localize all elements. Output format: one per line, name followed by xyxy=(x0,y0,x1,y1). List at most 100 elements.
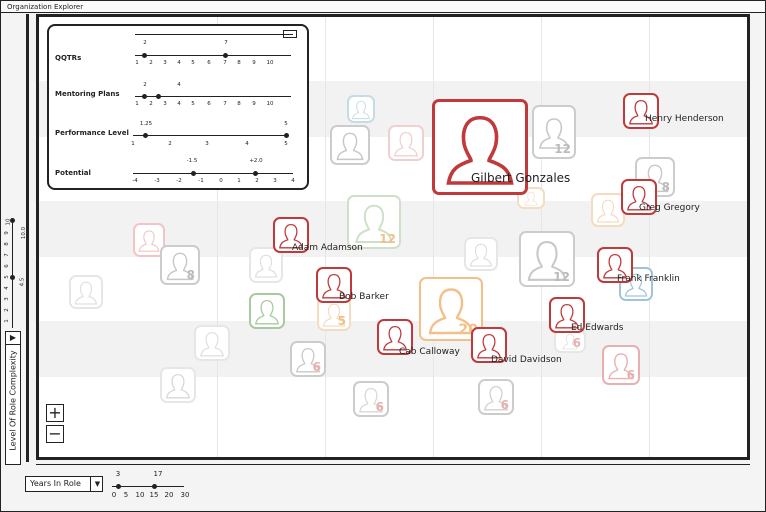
person-avatar[interactable] xyxy=(194,325,230,361)
person-avatar[interactable]: 12 xyxy=(519,231,575,287)
x-value-max: 17 xyxy=(153,470,163,478)
person-avatar[interactable]: 6 xyxy=(602,345,640,385)
y-tick: 2 xyxy=(3,308,10,312)
y-axis-label: Level Of Role Complexity xyxy=(8,350,18,451)
filter-value-min: 2 xyxy=(143,40,147,46)
person-name-greg-gregory[interactable]: Greg Gregory xyxy=(639,203,700,213)
y-axis-dropdown[interactable]: ▶ Level Of Role Complexity xyxy=(5,331,21,465)
qqtrs-slider-track[interactable] xyxy=(135,55,291,56)
filter-value-min: 2 xyxy=(143,82,147,88)
filter-label-potential: Potential xyxy=(55,169,91,177)
grid-line xyxy=(433,17,434,457)
tick: 4 xyxy=(291,178,295,184)
group-count: 6 xyxy=(375,400,384,414)
filter-label-qqtrs: QQTRs xyxy=(55,54,82,62)
y-axis-line xyxy=(26,14,29,462)
person-name-bob-barker[interactable]: Bob Barker xyxy=(339,292,389,302)
filter-panel: QQTRs 2 7 1 2 3 4 5 6 7 8 9 10 Mentoring… xyxy=(47,24,309,190)
person-name-frank-franklin[interactable]: Frank Franklin xyxy=(617,274,680,284)
person-avatar[interactable] xyxy=(330,125,370,165)
tick: 1 xyxy=(131,141,135,147)
potential-slider-track[interactable] xyxy=(133,173,293,174)
tick: 9 xyxy=(252,60,256,66)
group-count: 6 xyxy=(572,336,581,350)
qqtrs-slider-knob-max[interactable] xyxy=(223,53,228,58)
performance-slider-knob-min[interactable] xyxy=(143,133,148,138)
group-count: 12 xyxy=(379,232,396,246)
tick: 10 xyxy=(266,60,274,66)
window-title: Organization Explorer xyxy=(1,1,765,13)
grid-line xyxy=(649,17,650,457)
x-axis-dropdown[interactable]: Years In Role ▼ xyxy=(25,476,103,492)
tick: 5 xyxy=(284,141,288,147)
tick: 6 xyxy=(207,60,211,66)
person-avatar[interactable] xyxy=(388,125,424,161)
person-avatar[interactable] xyxy=(464,237,498,271)
y-axis-ticks: 1 2 3 4 5 6 7 8 9 10 xyxy=(1,218,12,328)
person-avatar[interactable] xyxy=(591,193,625,227)
tick: -4 xyxy=(132,178,138,184)
filter-value-max: 5 xyxy=(284,121,288,127)
group-count: 6 xyxy=(626,368,635,382)
x-slider-knob-max[interactable] xyxy=(152,484,157,489)
y-slider-knob-max[interactable] xyxy=(10,218,15,223)
group-count: 12 xyxy=(554,142,571,156)
tick: 3 xyxy=(205,141,209,147)
person-avatar[interactable] xyxy=(69,275,103,309)
person-name-david-davidson[interactable]: David Davidson xyxy=(491,355,562,365)
person-avatar[interactable]: 6 xyxy=(353,381,389,417)
person-avatar[interactable]: 8 xyxy=(160,245,200,285)
person-avatar[interactable]: 12 xyxy=(347,195,401,249)
person-avatar[interactable]: 6 xyxy=(478,379,514,415)
qqtrs-slider-knob-min[interactable] xyxy=(142,53,147,58)
mentoring-slider-knob-min[interactable] xyxy=(142,94,147,99)
person-avatar[interactable] xyxy=(249,293,285,329)
x-axis-baseline xyxy=(36,464,750,465)
tick: 5 xyxy=(191,101,195,107)
filter-value-max: 7 xyxy=(224,40,228,46)
person-name-adam-adamson[interactable]: Adam Adamson xyxy=(292,243,363,253)
tick: 2 xyxy=(149,101,153,107)
x-tick: 30 xyxy=(180,491,190,499)
y-slider-knob-min[interactable] xyxy=(10,275,15,280)
group-count: 12 xyxy=(553,270,570,284)
tick: 4 xyxy=(177,101,181,107)
y-tick: 7 xyxy=(3,253,10,257)
person-name-gilbert-gonzales[interactable]: Gilbert Gonzales xyxy=(471,171,570,185)
potential-slider-knob-max[interactable] xyxy=(253,171,258,176)
filter-value-max: +2.0 xyxy=(249,158,263,164)
tick: 10 xyxy=(266,101,274,107)
potential-slider-knob-min[interactable] xyxy=(191,171,196,176)
tick: 8 xyxy=(237,60,241,66)
x-tick: 15 xyxy=(149,491,159,499)
mentoring-slider-knob-max[interactable] xyxy=(156,94,161,99)
x-tick: 10 xyxy=(135,491,145,499)
tick: 1 xyxy=(135,60,139,66)
person-name-ed-edwards[interactable]: Ed Edwards xyxy=(571,323,623,333)
person-name-cab-calloway[interactable]: Cab Calloway xyxy=(399,347,460,357)
person-avatar[interactable]: 6 xyxy=(290,341,326,377)
minimize-panel-button[interactable] xyxy=(283,30,297,38)
x-slider-track[interactable] xyxy=(112,486,184,487)
zoom-out-button[interactable]: − xyxy=(46,425,64,443)
person-name-henry-henderson[interactable]: Henry Henderson xyxy=(645,114,724,124)
filter-value-max: 4 xyxy=(177,82,181,88)
x-axis-dropdown-arrow[interactable]: ▼ xyxy=(90,477,104,491)
zoom-in-button[interactable]: + xyxy=(46,404,64,422)
x-axis-label: Years In Role xyxy=(30,479,81,488)
filter-value-min: -1.5 xyxy=(186,158,198,164)
performance-slider-knob-max[interactable] xyxy=(284,133,289,138)
y-slider-track[interactable] xyxy=(12,218,13,328)
x-tick: 20 xyxy=(164,491,174,499)
tick: -1 xyxy=(198,178,204,184)
person-avatar[interactable] xyxy=(160,367,196,403)
x-slider-knob-min[interactable] xyxy=(116,484,121,489)
filter-value-min: 1.25 xyxy=(139,121,153,127)
tick: 7 xyxy=(223,60,227,66)
performance-slider-track[interactable] xyxy=(133,135,289,136)
person-avatar[interactable] xyxy=(347,95,375,123)
person-avatar[interactable]: 12 xyxy=(532,105,576,159)
group-count: 8 xyxy=(661,180,670,194)
y-tick: 3 xyxy=(3,297,10,301)
tick: -3 xyxy=(154,178,160,184)
